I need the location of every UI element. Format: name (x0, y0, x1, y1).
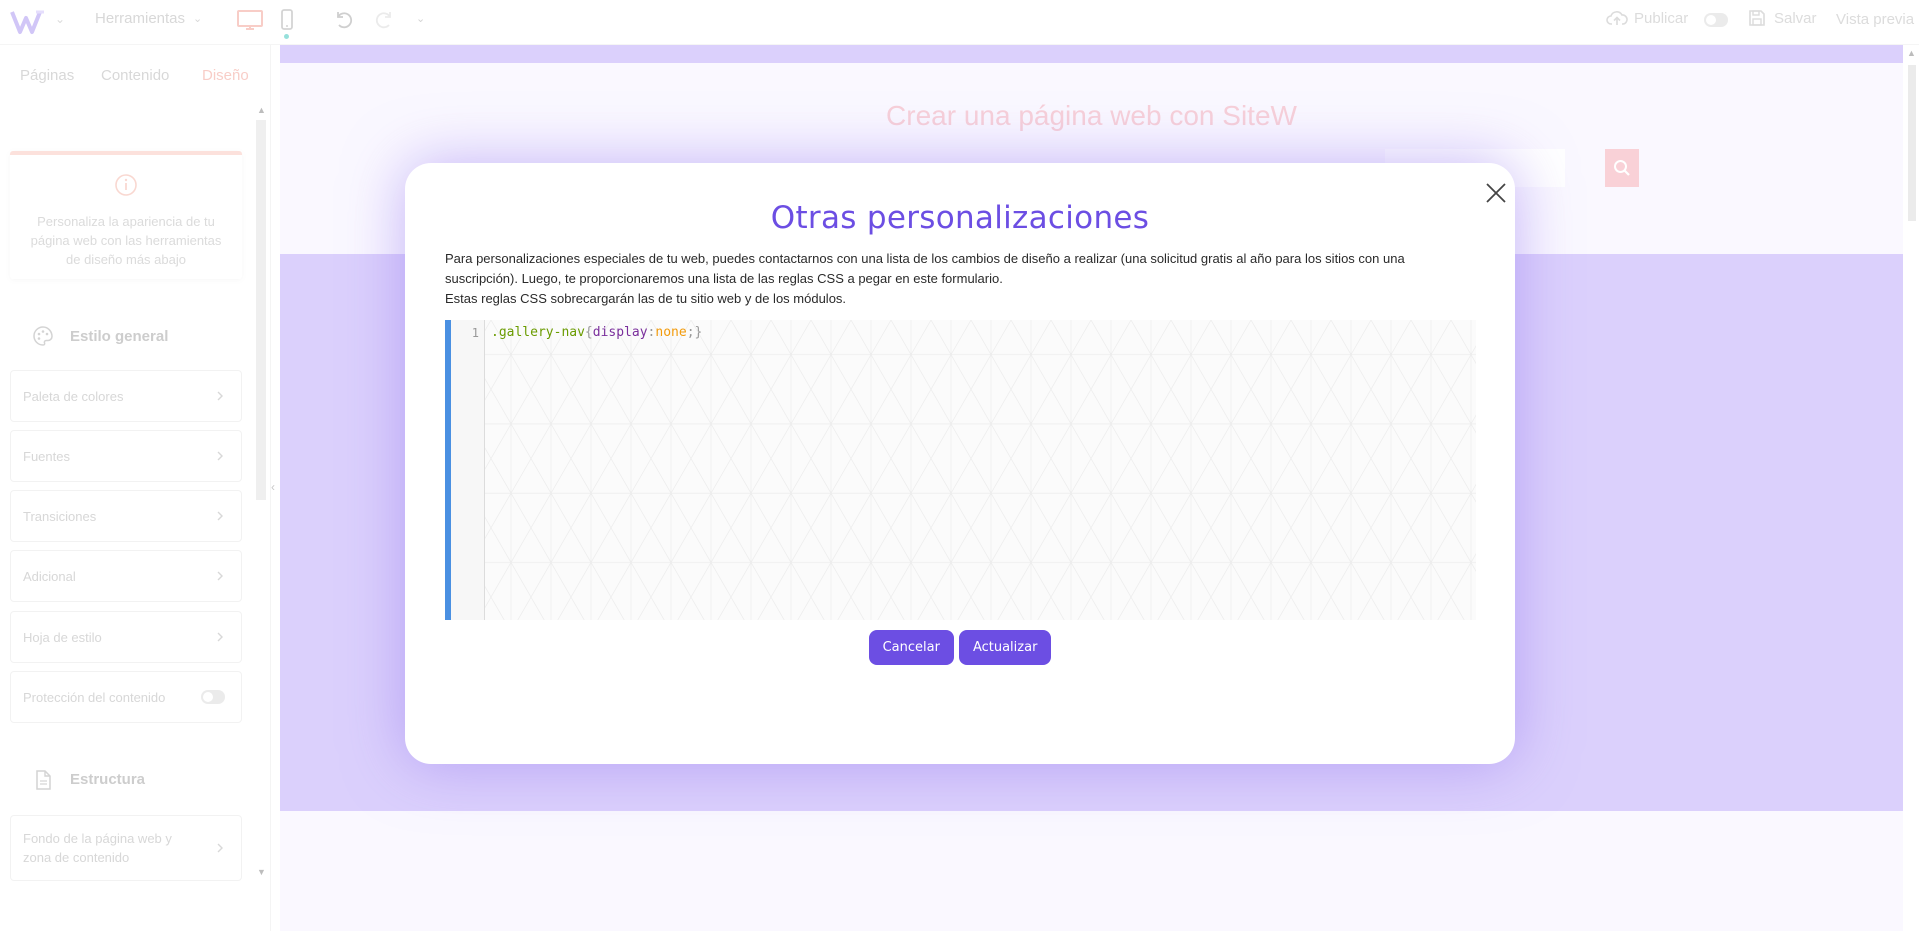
css-open-brace: { (584, 325, 593, 340)
editor-gutter: 1 (451, 320, 485, 620)
css-code-editor[interactable]: 1 .gallery-nav{display:none;} (445, 320, 1476, 620)
dialog-buttons: Cancelar Actualizar (405, 630, 1515, 665)
dialog-description: Para personalizaciones especiales de tu … (445, 249, 1465, 309)
app-root: ⌄ Herramientas ⌄ ⌄ Publicar Salvar Vista… (0, 0, 1919, 931)
description-line: Para personalizaciones especiales de tu … (445, 251, 1405, 286)
description-line: Estas reglas CSS sobrecargarán las de tu… (445, 291, 847, 306)
line-number: 1 (471, 326, 479, 340)
css-close-brace: } (694, 325, 703, 340)
css-property: display (592, 325, 648, 340)
editor-grid-pattern (451, 320, 1476, 620)
css-semicolon: ; (686, 325, 695, 340)
css-selector: .gallery-nav (491, 325, 585, 340)
dialog-title: Otras personalizaciones (770, 200, 1150, 236)
update-button[interactable]: Actualizar (958, 630, 1052, 665)
custom-css-dialog: Otras personalizaciones Para personaliza… (405, 163, 1515, 764)
code-line[interactable]: .gallery-nav{display:none;} (491, 325, 702, 340)
css-value: none (655, 325, 687, 340)
cancel-button[interactable]: Cancelar (868, 630, 954, 665)
